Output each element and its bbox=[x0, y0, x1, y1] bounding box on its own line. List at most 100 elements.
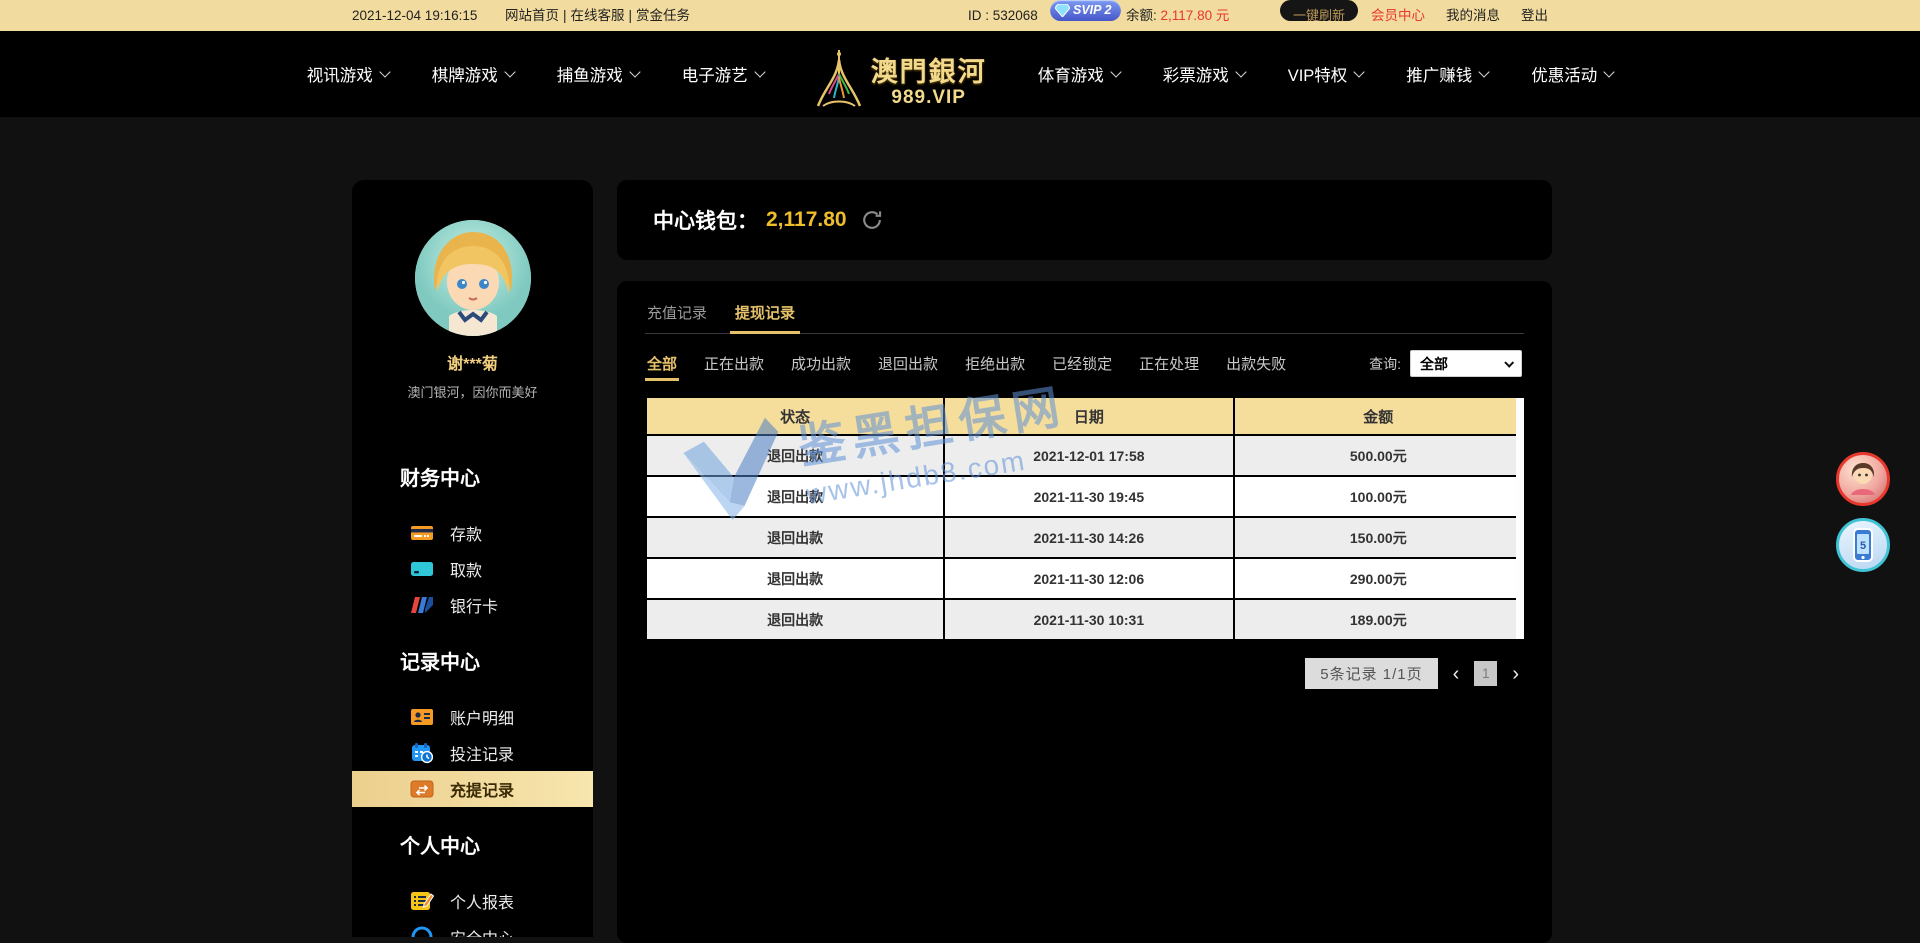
nav-sports-games[interactable]: 体育游戏 bbox=[1032, 62, 1126, 86]
nav-lottery-games[interactable]: 彩票游戏 bbox=[1157, 62, 1251, 86]
filter-locked[interactable]: 已经锁定 bbox=[1052, 353, 1112, 374]
nav-label: 彩票游戏 bbox=[1163, 62, 1229, 86]
logo-subtitle: 989.VIP bbox=[891, 87, 966, 109]
nav-vip-privileges[interactable]: VIP特权 bbox=[1282, 62, 1370, 86]
link-bounty-task[interactable]: 赏金任务 bbox=[636, 8, 690, 23]
sidebar-item-label: 安全中心 bbox=[450, 925, 514, 937]
records-panel: 充值记录 提现记录 全部 正在出款 成功出款 退回出款 拒绝出款 已经锁定 正在… bbox=[617, 281, 1552, 943]
svip-badge-label: SVIP 2 bbox=[1073, 0, 1111, 26]
contact-phone-float-icon[interactable]: 5 bbox=[1836, 518, 1890, 572]
nav-label: 优惠活动 bbox=[1531, 62, 1597, 86]
nav-slot-games[interactable]: 电子游艺 bbox=[676, 62, 770, 86]
nav-promotion-earn[interactable]: 推广赚钱 bbox=[1400, 62, 1494, 86]
sidebar-item-label: 账户明细 bbox=[450, 705, 514, 729]
nav-board-games[interactable]: 棋牌游戏 bbox=[426, 62, 520, 86]
wallet-label: 中心钱包： bbox=[653, 205, 758, 235]
sidebar-item-account-detail[interactable]: 账户明细 bbox=[352, 699, 593, 735]
nav-fishing-games[interactable]: 捕鱼游戏 bbox=[551, 62, 645, 86]
cell-status: 退回出款 bbox=[646, 476, 944, 517]
sidebar-item-recharge-withdraw-record[interactable]: 充提记录 bbox=[352, 771, 593, 807]
column-header-date: 日期 bbox=[944, 397, 1233, 435]
page-number-1[interactable]: 1 bbox=[1474, 661, 1497, 686]
filter-paying[interactable]: 正在出款 bbox=[704, 353, 764, 374]
sidebar-item-bank-card[interactable]: 银行卡 bbox=[352, 587, 593, 623]
balance-label: 余额: bbox=[1126, 8, 1157, 23]
cell-status: 退回出款 bbox=[646, 599, 944, 640]
main-nav: 视讯游戏 棋牌游戏 捕鱼游戏 电子游艺 澳門銀河 989.VIP 体育游戏 彩票… bbox=[0, 31, 1920, 117]
next-page-button[interactable]: › bbox=[1510, 664, 1521, 684]
wallet-refresh-icon[interactable] bbox=[861, 209, 883, 231]
avatar bbox=[415, 220, 531, 336]
member-center-link[interactable]: 会员中心 bbox=[1371, 0, 1425, 31]
cell-status: 退回出款 bbox=[646, 558, 944, 599]
nav-video-games[interactable]: 视讯游戏 bbox=[301, 62, 395, 86]
sidebar-item-bet-record[interactable]: 投注记录 bbox=[352, 735, 593, 771]
chevron-down-icon bbox=[754, 66, 765, 77]
site-logo[interactable]: 澳門銀河 989.VIP bbox=[815, 38, 987, 110]
sidebar-item-label: 银行卡 bbox=[450, 593, 498, 617]
tab-withdraw-record[interactable]: 提现记录 bbox=[735, 302, 795, 323]
query-label: 查询: bbox=[1369, 354, 1401, 374]
cell-amount: 189.00元 bbox=[1234, 599, 1523, 640]
filter-rejected[interactable]: 拒绝出款 bbox=[965, 353, 1025, 374]
table-scrollbar[interactable] bbox=[1516, 398, 1524, 639]
prev-page-button[interactable]: ‹ bbox=[1451, 664, 1462, 684]
sidebar-item-withdraw[interactable]: 取款 bbox=[352, 551, 593, 587]
filter-returned[interactable]: 退回出款 bbox=[878, 353, 938, 374]
my-messages-link[interactable]: 我的消息 bbox=[1446, 0, 1500, 31]
chevron-down-icon bbox=[1604, 66, 1615, 77]
nav-label: VIP特权 bbox=[1288, 62, 1348, 86]
filter-success[interactable]: 成功出款 bbox=[791, 353, 851, 374]
filter-processing[interactable]: 正在处理 bbox=[1139, 353, 1199, 374]
link-separator: | bbox=[563, 8, 567, 23]
sidebar-item-label: 个人报表 bbox=[450, 889, 514, 913]
withdraw-table-wrap: 状态 日期 金额 退回出款 2021-12-01 17:58 500.00元 退… bbox=[645, 396, 1524, 641]
sidebar-item-label: 存款 bbox=[450, 521, 482, 545]
nav-promotions[interactable]: 优惠活动 bbox=[1525, 62, 1619, 86]
logout-link[interactable]: 登出 bbox=[1521, 0, 1548, 31]
section-heading-personal: 个人中心 bbox=[352, 833, 593, 861]
filter-all[interactable]: 全部 bbox=[647, 353, 677, 374]
query-select[interactable]: 全部 bbox=[1410, 350, 1522, 377]
pagination: 5条记录 1/1页 ‹ 1 › bbox=[645, 658, 1524, 689]
tab-recharge-record[interactable]: 充值记录 bbox=[647, 302, 707, 323]
deposit-card-icon bbox=[410, 521, 434, 545]
cell-amount: 100.00元 bbox=[1234, 476, 1523, 517]
cell-date: 2021-11-30 10:31 bbox=[944, 599, 1233, 640]
cell-status: 退回出款 bbox=[646, 435, 944, 476]
sidebar-item-security-center[interactable]: 安全中心 bbox=[352, 919, 593, 937]
username: 谢***菊 bbox=[352, 350, 593, 374]
withdraw-table: 状态 日期 金额 退回出款 2021-12-01 17:58 500.00元 退… bbox=[645, 396, 1524, 641]
table-row: 退回出款 2021-11-30 12:06 290.00元 bbox=[646, 558, 1523, 599]
galaxy-fountain-icon bbox=[815, 48, 863, 110]
link-customer-service[interactable]: 在线客服 bbox=[571, 8, 625, 23]
cell-date: 2021-11-30 14:26 bbox=[944, 517, 1233, 558]
nav-label: 视讯游戏 bbox=[307, 62, 373, 86]
sidebar-item-label: 充提记录 bbox=[450, 777, 514, 801]
chevron-down-icon bbox=[1235, 66, 1246, 77]
chevron-down-icon bbox=[504, 66, 515, 77]
svg-text:5: 5 bbox=[1860, 540, 1866, 552]
personal-report-icon bbox=[410, 889, 434, 913]
table-row: 退回出款 2021-11-30 19:45 100.00元 bbox=[646, 476, 1523, 517]
customer-service-float-icon[interactable] bbox=[1836, 452, 1890, 506]
nav-label: 棋牌游戏 bbox=[432, 62, 498, 86]
sidebar-item-label: 投注记录 bbox=[450, 741, 514, 765]
table-header-row: 状态 日期 金额 bbox=[646, 397, 1523, 435]
filter-failed[interactable]: 出款失败 bbox=[1226, 353, 1286, 374]
security-center-icon bbox=[410, 925, 434, 937]
chevron-down-icon bbox=[1479, 66, 1490, 77]
cell-amount: 290.00元 bbox=[1234, 558, 1523, 599]
link-separator: | bbox=[629, 8, 633, 23]
column-header-amount: 金额 bbox=[1234, 397, 1523, 435]
sidebar-item-deposit[interactable]: 存款 bbox=[352, 515, 593, 551]
one-key-refresh-button[interactable]: 一键刷新 bbox=[1280, 0, 1358, 21]
bet-record-icon bbox=[410, 741, 434, 765]
query-group: 查询: 全部 bbox=[1369, 350, 1522, 377]
logo-title: 澳門銀河 bbox=[871, 50, 987, 89]
phone-image: 5 bbox=[1845, 525, 1881, 565]
sidebar-item-personal-report[interactable]: 个人报表 bbox=[352, 883, 593, 919]
datetime-text: 2021-12-04 19:16:15 bbox=[352, 0, 477, 31]
link-home[interactable]: 网站首页 bbox=[505, 8, 559, 23]
cell-amount: 500.00元 bbox=[1234, 435, 1523, 476]
